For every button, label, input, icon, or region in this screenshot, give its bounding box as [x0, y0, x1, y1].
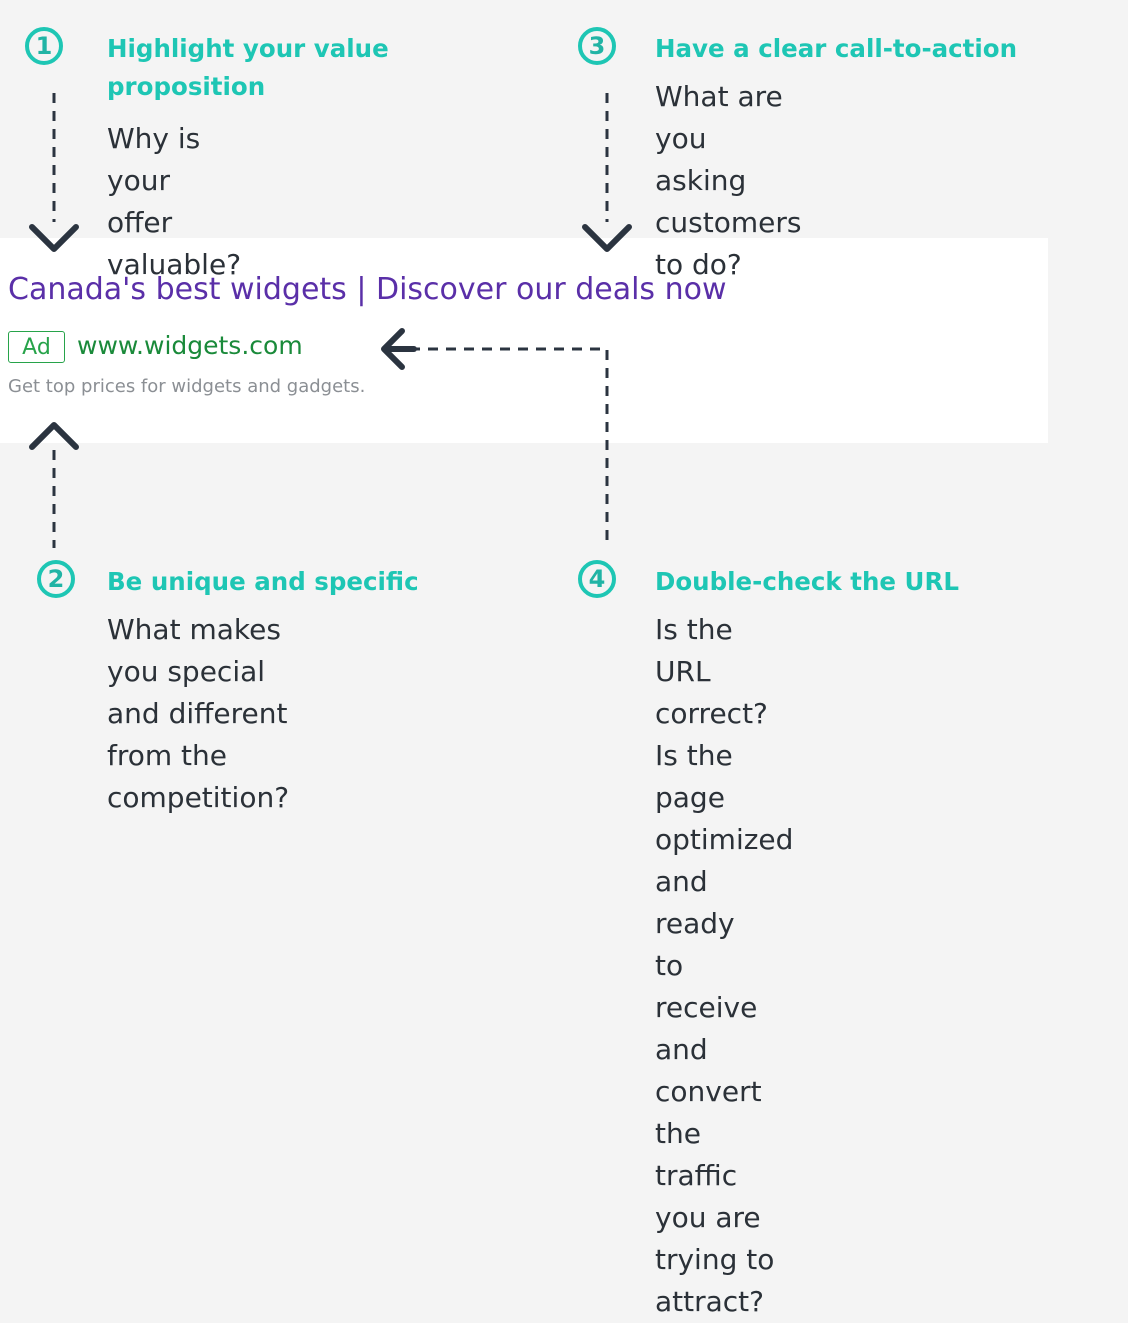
arrow-down-icon: [29, 224, 79, 252]
connector-step-4: [402, 347, 609, 540]
arrow-up-icon: [29, 422, 79, 450]
step-4-description-line: traffic you are trying to: [655, 1159, 775, 1276]
arrow-left-icon: [381, 328, 417, 370]
connector-layer: [29, 93, 632, 548]
arrow-down-icon: [582, 224, 632, 252]
step-4-description-line: attract?: [655, 1285, 765, 1318]
step-4-description-line: to receive and convert the: [655, 949, 762, 1150]
